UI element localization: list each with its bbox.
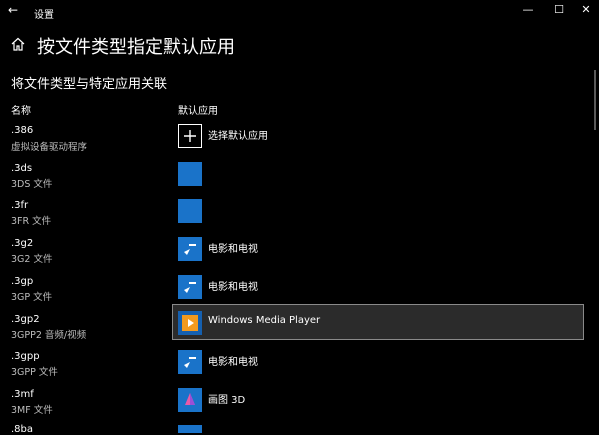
close-button[interactable]: ✕ <box>576 3 596 16</box>
file-description: 3DS 文件 <box>11 179 53 190</box>
file-extension: .8ba <box>11 424 34 435</box>
file-description: 3G2 文件 <box>11 254 53 265</box>
file-extension: .3gp2 <box>11 314 40 325</box>
minimize-button[interactable]: — <box>518 3 538 16</box>
title-bar: ← 设置 — ☐ ✕ <box>0 0 599 24</box>
column-header-name: 名称 <box>11 106 31 117</box>
paint3d-icon[interactable] <box>178 388 202 412</box>
file-extension: .3fr <box>11 200 29 211</box>
default-app-label[interactable]: 电影和电视 <box>208 278 258 293</box>
default-app-label[interactable]: 电影和电视 <box>208 240 258 255</box>
file-extension: .3ds <box>11 163 33 174</box>
movies-tv-icon[interactable] <box>178 237 202 261</box>
file-description: 虚拟设备驱动程序 <box>11 142 88 153</box>
scrollbar[interactable] <box>594 70 596 130</box>
file-extension: .386 <box>11 125 34 136</box>
default-app-label[interactable]: 电影和电视 <box>208 353 258 368</box>
page-title: 按文件类型指定默认应用 <box>37 37 235 58</box>
file-description: 3GP 文件 <box>11 292 53 303</box>
file-extension: .3g2 <box>11 238 34 249</box>
file-description: 3FR 文件 <box>11 216 52 227</box>
window-title: 设置 <box>34 10 54 21</box>
media-player-icon[interactable] <box>178 311 202 335</box>
default-app-label[interactable]: 画图 3D <box>208 391 245 406</box>
maximize-button[interactable]: ☐ <box>549 3 569 16</box>
blank-app-icon[interactable] <box>178 425 202 433</box>
file-extension: .3gp <box>11 276 34 287</box>
file-extension: .3mf <box>11 389 34 400</box>
blank-app-icon[interactable] <box>178 199 202 223</box>
section-title: 将文件类型与特定应用关联 <box>11 77 168 92</box>
home-icon[interactable] <box>11 36 25 55</box>
file-extension: .3gpp <box>11 351 40 362</box>
file-description: 3MF 文件 <box>11 405 53 416</box>
blank-app-icon[interactable] <box>178 162 202 186</box>
back-button[interactable]: ← <box>8 3 18 17</box>
movies-tv-icon[interactable] <box>178 275 202 299</box>
column-header-default-app: 默认应用 <box>178 106 218 117</box>
file-description: 3GPP2 音频/视频 <box>11 330 87 341</box>
plus-icon[interactable] <box>178 124 202 148</box>
default-app-label[interactable]: 选择默认应用 <box>208 127 268 142</box>
movies-tv-icon[interactable] <box>178 350 202 374</box>
file-description: 3GPP 文件 <box>11 367 58 378</box>
default-app-label[interactable]: Windows Media Player <box>208 315 320 326</box>
